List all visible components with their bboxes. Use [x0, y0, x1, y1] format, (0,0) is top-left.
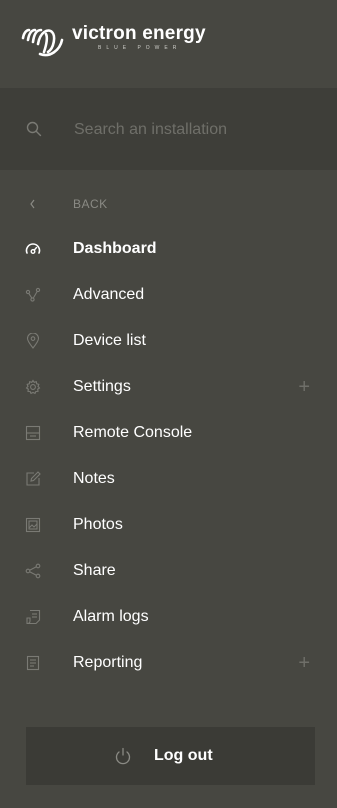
nav-menu: BACK Dashboard Advanced Device list Sett… [0, 182, 337, 686]
console-icon [25, 425, 41, 441]
expand-plus-icon[interactable]: + [298, 376, 310, 399]
report-icon [25, 655, 41, 671]
nav-item-label: Advanced [73, 286, 145, 303]
nav-item-label: Reporting [73, 654, 143, 671]
nav-item-label: Device list [73, 332, 146, 349]
victron-logo-mark-icon [21, 28, 64, 57]
brand-tagline: BLUE POWER [98, 45, 182, 51]
nav-item-remote-console[interactable]: Remote Console [0, 410, 337, 456]
chevron-left-icon [25, 196, 41, 212]
nav-item-label: Share [73, 562, 116, 579]
edit-note-icon [25, 471, 41, 487]
nav-back[interactable]: BACK [0, 182, 337, 226]
nav-item-label: Alarm logs [73, 608, 149, 625]
location-pin-icon [25, 333, 41, 349]
nav-item-reporting[interactable]: Reporting + [0, 640, 337, 686]
brand-name: victron energy [72, 23, 206, 44]
nav-item-label: Remote Console [73, 424, 193, 441]
nav-item-settings[interactable]: Settings + [0, 364, 337, 410]
expand-plus-icon[interactable]: + [298, 652, 310, 675]
nav-back-label: BACK [73, 197, 108, 211]
nav-item-label: Photos [73, 516, 123, 533]
nav-item-photos[interactable]: Photos [0, 502, 337, 548]
nav-item-device-list[interactable]: Device list [0, 318, 337, 364]
share-icon [25, 563, 41, 579]
search-input[interactable] [72, 115, 316, 145]
speedometer-icon [25, 241, 41, 257]
nav-item-label: Notes [73, 470, 115, 487]
nav-item-dashboard[interactable]: Dashboard [0, 226, 337, 272]
nav-item-share[interactable]: Share [0, 548, 337, 594]
gear-icon [25, 379, 41, 395]
nav-item-label: Dashboard [73, 240, 157, 257]
search-icon [26, 121, 42, 142]
nav-item-advanced[interactable]: Advanced [0, 272, 337, 318]
power-icon [114, 747, 132, 770]
nav-item-label: Settings [73, 378, 131, 395]
brand: victron energy BLUE POWER [72, 24, 206, 52]
logout-label: Log out [154, 747, 213, 764]
sidebar: victron energy BLUE POWER BACK [0, 0, 337, 808]
logout-button[interactable]: Log out [26, 727, 315, 785]
graph-nodes-icon [25, 287, 41, 303]
photo-icon [25, 517, 41, 533]
nav-item-notes[interactable]: Notes [0, 456, 337, 502]
nav-item-alarm-logs[interactable]: Alarm logs [0, 594, 337, 640]
search-bar [0, 88, 337, 170]
header: victron energy BLUE POWER [0, 0, 337, 88]
victron-logo[interactable]: victron energy BLUE POWER [20, 24, 206, 60]
alarm-log-icon [25, 609, 41, 625]
